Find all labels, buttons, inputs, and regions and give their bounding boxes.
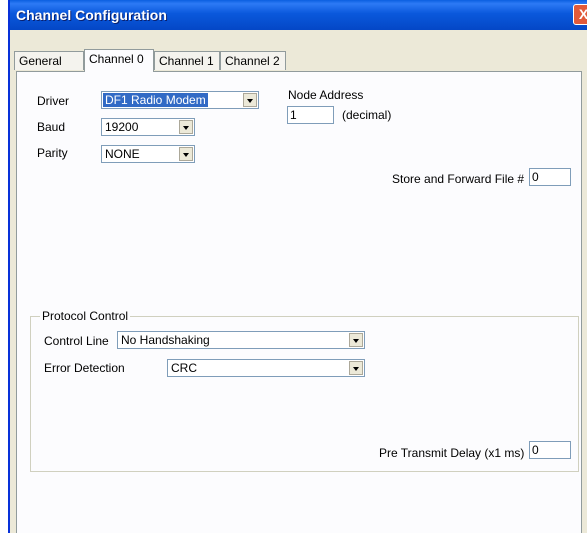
baud-value: 19200 [105, 120, 139, 134]
tab-channel-2[interactable]: Channel 2 [220, 51, 286, 70]
tab-general[interactable]: General [14, 51, 84, 70]
parity-value: NONE [105, 147, 140, 161]
chevron-down-icon[interactable] [349, 333, 363, 347]
close-icon: X [578, 6, 587, 22]
baud-label: Baud [37, 120, 66, 134]
tab-channel-0[interactable]: Channel 0 [84, 49, 154, 72]
close-button[interactable]: X [573, 4, 587, 25]
driver-label: Driver [37, 94, 69, 108]
parity-select[interactable]: NONE [101, 145, 195, 163]
pre-transmit-delay-label: Pre Transmit Delay (x1 ms) [379, 446, 525, 460]
window-title: Channel Configuration [16, 7, 167, 23]
baud-select[interactable]: 19200 [101, 118, 195, 136]
node-address-input[interactable]: 1 [287, 106, 334, 124]
store-forward-input[interactable]: 0 [529, 168, 571, 186]
error-detection-label: Error Detection [44, 361, 125, 375]
pre-transmit-delay-input[interactable]: 0 [529, 441, 571, 459]
title-bar[interactable]: Channel Configuration X [10, 0, 587, 30]
driver-select[interactable]: DF1 Radio Modem [101, 91, 259, 109]
driver-value: DF1 Radio Modem [103, 93, 208, 107]
tab-channel-1[interactable]: Channel 1 [154, 51, 220, 70]
node-address-label: Node Address [288, 88, 364, 102]
error-detection-value: CRC [171, 361, 197, 375]
chevron-down-icon[interactable] [179, 120, 193, 134]
error-detection-select[interactable]: CRC [167, 359, 365, 377]
chevron-down-icon[interactable] [349, 361, 363, 375]
control-line-label: Control Line [44, 334, 109, 348]
protocol-control-legend: Protocol Control [40, 309, 131, 323]
chevron-down-icon[interactable] [179, 147, 193, 161]
node-address-unit: (decimal) [342, 108, 392, 122]
chevron-down-icon[interactable] [243, 93, 257, 107]
parity-label: Parity [37, 146, 68, 160]
control-line-select[interactable]: No Handshaking [117, 331, 365, 349]
store-forward-label: Store and Forward File # [392, 172, 525, 186]
control-line-value: No Handshaking [121, 333, 210, 347]
